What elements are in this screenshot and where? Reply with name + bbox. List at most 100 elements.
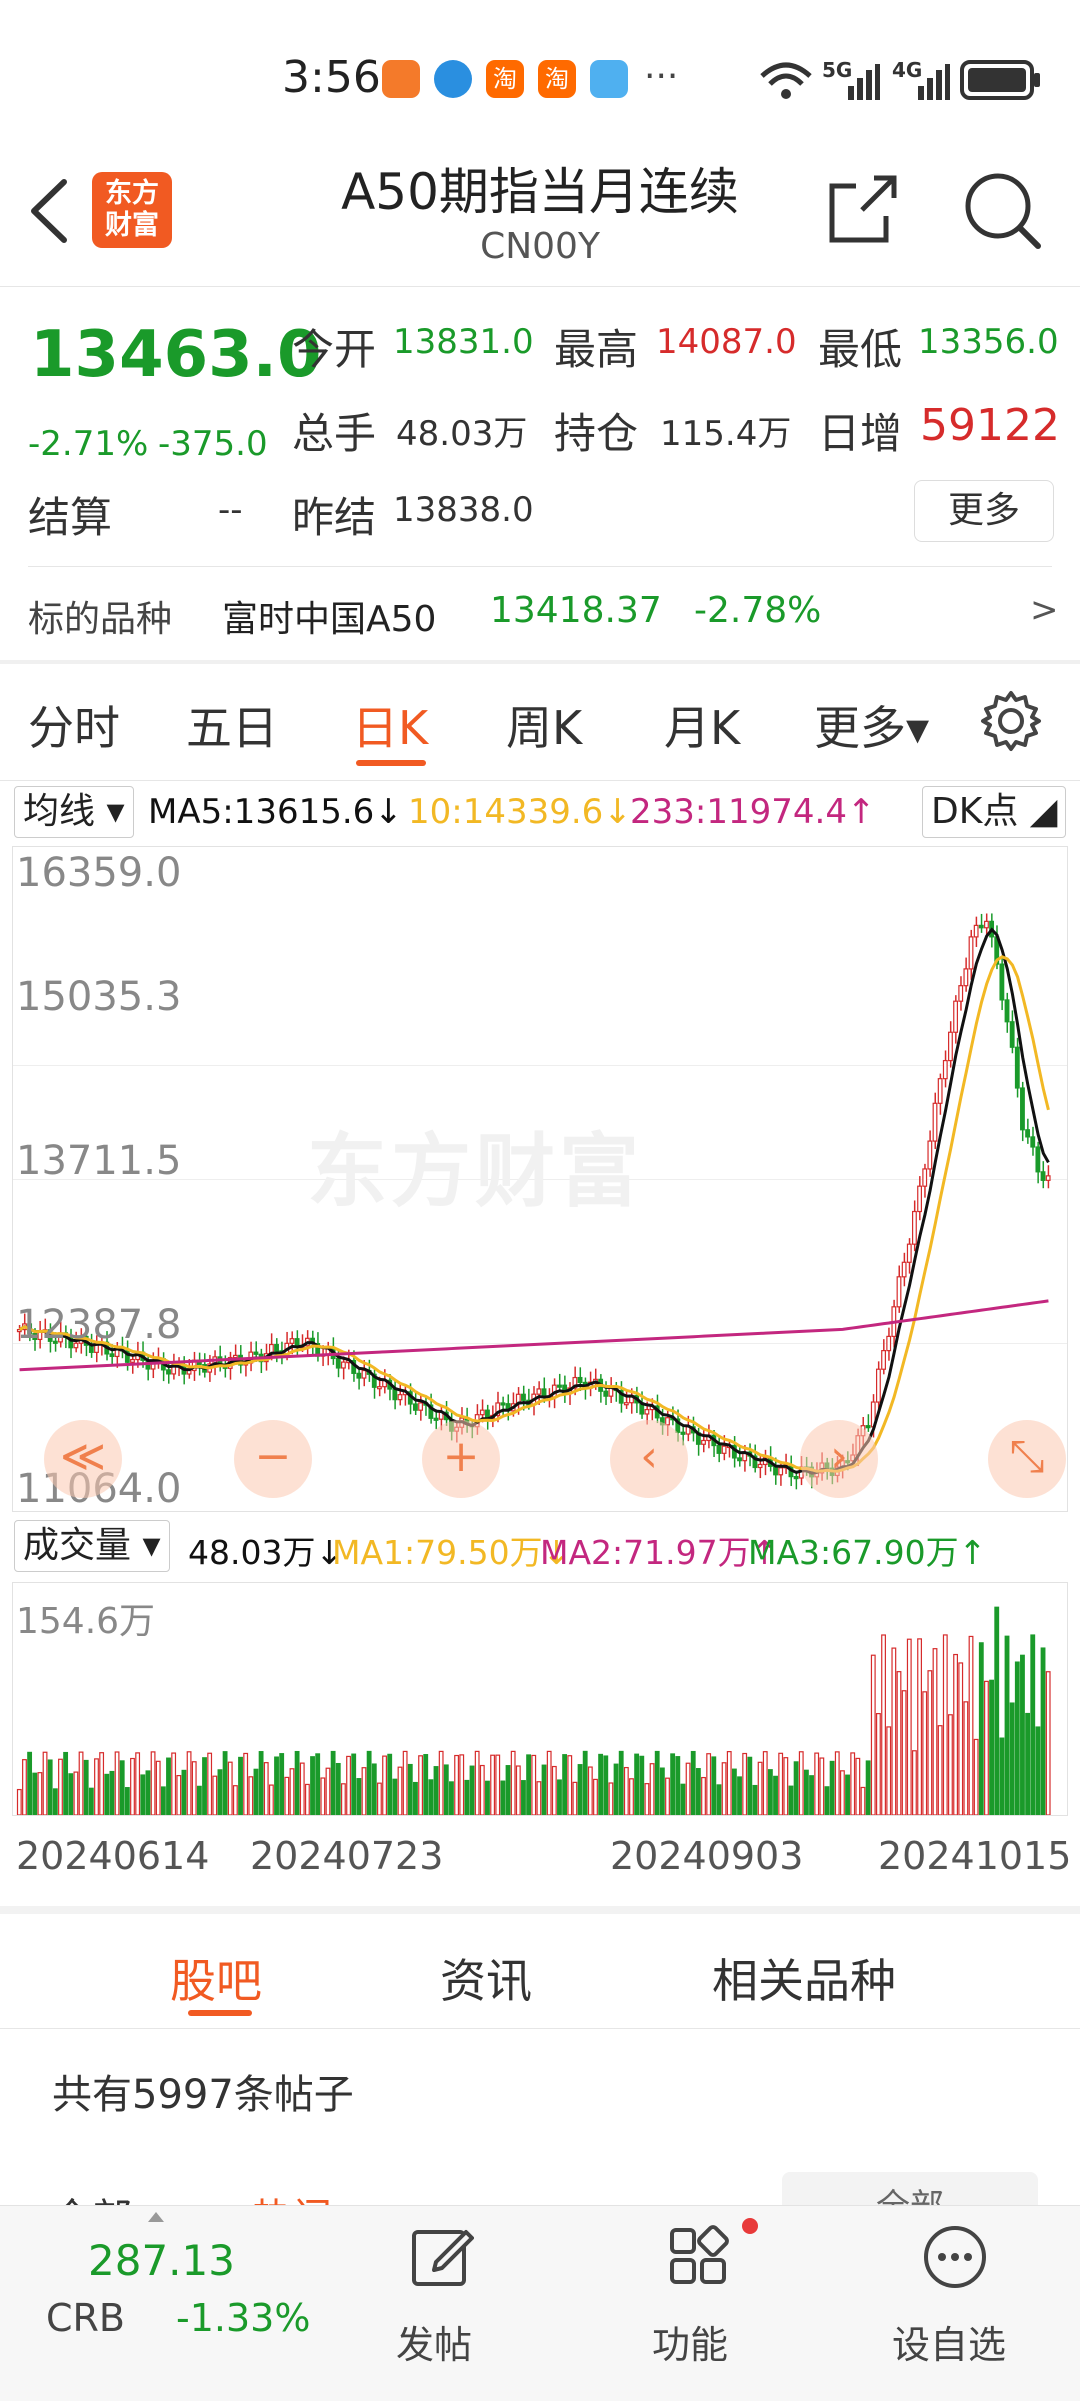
- candle-body: [433, 1417, 439, 1421]
- date-tick: 20240614: [16, 1834, 210, 1878]
- volume-bar: [104, 1773, 110, 1815]
- tab-related[interactable]: 相关品种: [712, 1945, 896, 2011]
- volume-bar: [922, 1691, 928, 1815]
- candle-body: [701, 1439, 706, 1445]
- candle-body: [737, 1457, 742, 1462]
- add-watchlist-button[interactable]: 设自选: [880, 2218, 1030, 2378]
- volume-bar: [418, 1755, 423, 1815]
- candle-body: [500, 1402, 506, 1406]
- volume-bar: [788, 1785, 794, 1815]
- tab-news[interactable]: 资讯: [440, 1945, 532, 2011]
- date-tick: 20240903: [610, 1834, 804, 1878]
- volume-bar: [541, 1764, 547, 1815]
- volume-bar: [376, 1782, 382, 1815]
- volume-bar: [881, 1634, 886, 1815]
- candle-body: [376, 1386, 382, 1390]
- chevron-right-icon: >: [1030, 590, 1059, 630]
- taobao-icon: 淘: [538, 60, 576, 98]
- volume-bar: [917, 1638, 922, 1815]
- settle-value: --: [218, 490, 243, 530]
- volume-bar: [150, 1751, 156, 1815]
- scroll-right-button[interactable]: ›: [800, 1420, 878, 1498]
- volume-bar: [803, 1769, 809, 1815]
- volume-chart[interactable]: [12, 1582, 1068, 1816]
- open-label: 今开: [292, 325, 377, 374]
- tab-weekly-k[interactable]: 周K: [506, 692, 582, 758]
- tab-monthly-k[interactable]: 月K: [664, 692, 740, 758]
- volume-bar: [181, 1769, 187, 1815]
- tab-more[interactable]: 更多▾: [814, 692, 929, 758]
- date-tick: 20241015: [878, 1834, 1072, 1878]
- volume-bar: [752, 1784, 758, 1815]
- high-value: 14087.0: [656, 322, 797, 362]
- last-price: 13463.0: [30, 318, 322, 392]
- share-icon[interactable]: [826, 172, 900, 246]
- scroll-left-button[interactable]: ‹: [610, 1420, 688, 1498]
- volume-bar: [598, 1753, 604, 1815]
- volume-bar: [726, 1751, 732, 1815]
- volume-bar: [973, 1738, 979, 1815]
- divider: [0, 2028, 1080, 2029]
- volume-bar: [392, 1778, 398, 1815]
- expand-up-icon[interactable]: [148, 2212, 164, 2222]
- volume-bar: [1020, 1654, 1025, 1815]
- search-icon[interactable]: [962, 170, 1044, 250]
- volume-bar: [114, 1751, 120, 1815]
- volume-bar: [238, 1756, 243, 1815]
- volume-bar: [634, 1753, 640, 1815]
- volume-bar: [387, 1753, 393, 1815]
- volume-bar: [521, 1780, 526, 1815]
- volume-bar: [623, 1766, 629, 1815]
- volume-bar: [340, 1783, 346, 1815]
- bottom-bar: 287.13 CRB -1.33% 发帖 功能 设自选: [0, 2205, 1080, 2401]
- volume-bar: [536, 1781, 542, 1815]
- settings-gear-icon[interactable]: [980, 690, 1042, 752]
- volume-bar: [912, 1750, 917, 1815]
- candle-body: [608, 1387, 614, 1397]
- candle-body: [973, 924, 979, 938]
- candle-body: [922, 1168, 928, 1187]
- post-button[interactable]: 发帖: [376, 2218, 506, 2378]
- volume-bar: [695, 1768, 701, 1815]
- dk-point-button[interactable]: DK点 ◢: [922, 786, 1067, 838]
- volume-bar: [1014, 1661, 1020, 1815]
- volume-bar: [335, 1762, 341, 1815]
- price-axis-tick: 13711.5: [16, 1138, 182, 1184]
- volume-bar: [27, 1751, 33, 1815]
- more-button[interactable]: 更多: [914, 480, 1054, 542]
- volume-bar: [618, 1750, 624, 1815]
- volume-bar: [845, 1774, 850, 1815]
- candle-body: [340, 1361, 346, 1369]
- candle-body: [356, 1372, 362, 1379]
- tab-five-day[interactable]: 五日: [186, 692, 278, 758]
- candle-body: [1045, 1175, 1051, 1181]
- underlying-row[interactable]: 标的品种 富时中国A50 13418.37 -2.78% >: [0, 568, 1080, 660]
- app-notification-icon: [382, 60, 420, 98]
- tab-daily-k[interactable]: 日K: [352, 692, 428, 758]
- tab-forum[interactable]: 股吧: [170, 1945, 262, 2011]
- volume-bar: [351, 1753, 357, 1815]
- scroll-left-fast-button[interactable]: ≪: [44, 1420, 122, 1498]
- volume-bar: [145, 1770, 151, 1815]
- price-axis-tick: 15035.3: [16, 974, 182, 1020]
- volume-bar: [778, 1752, 784, 1815]
- candle-body: [413, 1403, 418, 1411]
- date-tick: 20240723: [250, 1834, 444, 1878]
- volume-bar: [747, 1756, 753, 1815]
- candle-body: [927, 1140, 933, 1170]
- open-interest-label: 持仓: [554, 409, 639, 458]
- volume-bar: [135, 1752, 141, 1815]
- functions-button[interactable]: 功能: [632, 2218, 762, 2378]
- volume-bar: [526, 1754, 532, 1815]
- status-bar: 3:56 淘 淘 ··· 5G 4G: [0, 0, 1080, 150]
- zoom-in-button[interactable]: +: [422, 1420, 500, 1498]
- fullscreen-button[interactable]: ⤡: [988, 1420, 1066, 1498]
- zoom-out-button[interactable]: −: [234, 1420, 312, 1498]
- tab-intraday[interactable]: 分时: [28, 692, 120, 758]
- volume-bar: [577, 1764, 583, 1815]
- volume-indicator-selector[interactable]: 成交量 ▾: [14, 1520, 170, 1572]
- ma-selector[interactable]: 均线 ▾: [14, 786, 134, 838]
- volume-bar: [258, 1751, 264, 1815]
- volume-bar: [839, 1770, 845, 1815]
- candle-body: [942, 1059, 948, 1080]
